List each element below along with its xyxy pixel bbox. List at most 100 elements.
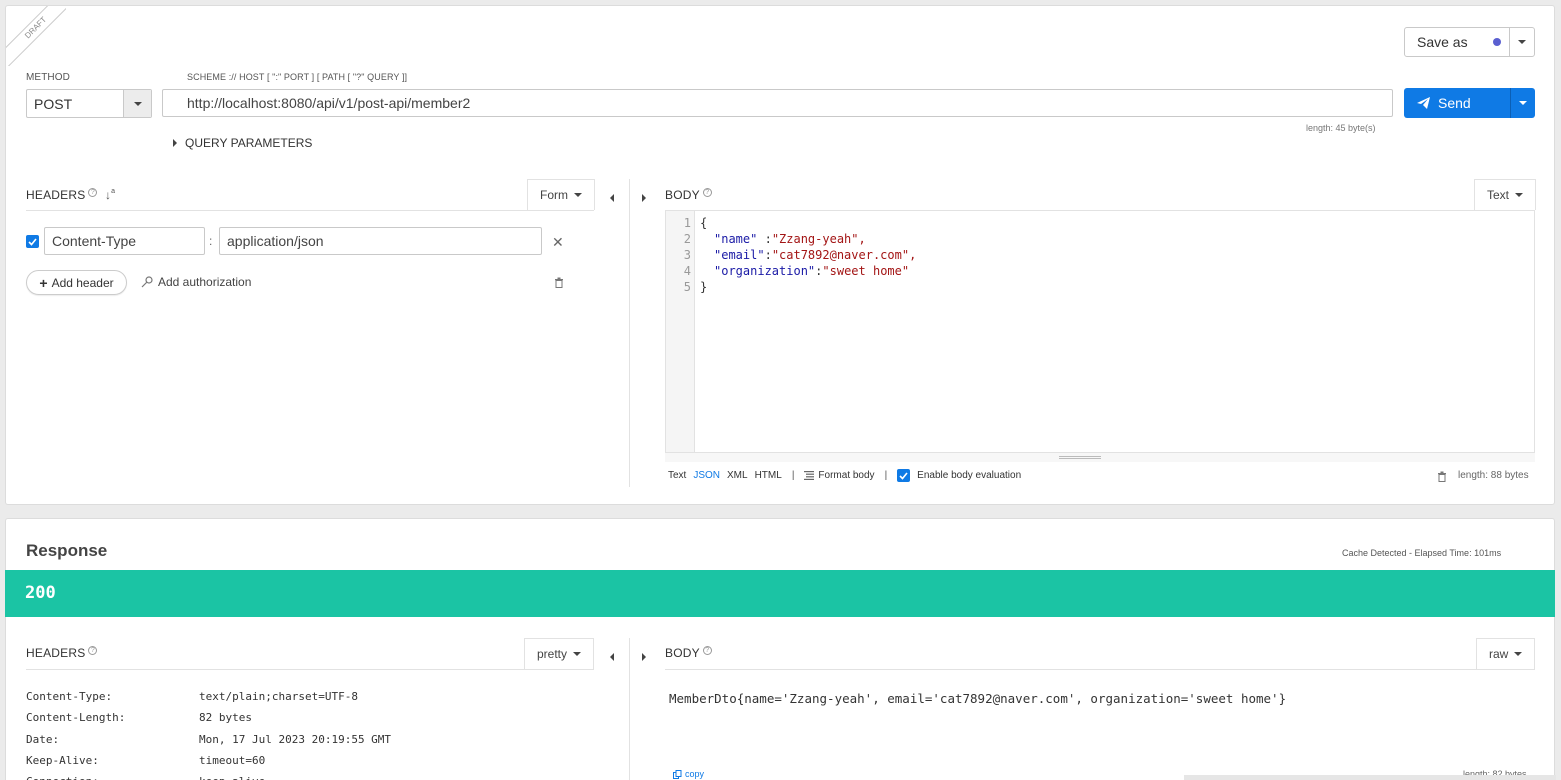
- sort-icon[interactable]: ↓a: [105, 188, 115, 202]
- plus-icon: +: [39, 274, 48, 291]
- response-meta: Cache Detected - Elapsed Time: 101ms: [1342, 548, 1502, 558]
- help-icon: ?: [88, 646, 98, 655]
- response-header-row: Content-Type: text/plain;charset=UTF-8: [26, 686, 391, 707]
- method-select[interactable]: POST: [26, 89, 152, 118]
- response-headers-format-label: pretty: [537, 647, 568, 661]
- draft-ribbon: DRAFT: [6, 6, 66, 66]
- clear-body-icon[interactable]: [1437, 470, 1447, 485]
- json-string: "sweet home": [822, 264, 910, 278]
- send-dropdown-toggle[interactable]: [1510, 88, 1535, 118]
- panel-split-divider: [629, 179, 630, 487]
- save-as-dropdown-toggle[interactable]: [1509, 27, 1535, 57]
- response-split-divider: [629, 638, 630, 780]
- caret-left-icon: [610, 653, 614, 661]
- json-key: "email": [714, 248, 765, 262]
- send-button[interactable]: Send: [1404, 88, 1510, 118]
- mode-json[interactable]: JSON: [693, 470, 720, 481]
- caret-right-icon: [642, 194, 646, 202]
- key-icon: [141, 276, 153, 288]
- editor-resize-handle[interactable]: [665, 452, 1535, 462]
- code-line: 4 "organization":"sweet home": [666, 263, 916, 279]
- body-format-label: Text: [1487, 188, 1510, 202]
- copy-icon: [673, 769, 682, 779]
- send-icon: [1417, 97, 1430, 109]
- header-name-value: Content-Type: [52, 233, 137, 249]
- save-as-button[interactable]: Save as: [1404, 27, 1510, 57]
- response-header-value: timeout=60: [199, 753, 266, 767]
- mode-text[interactable]: Text: [668, 470, 686, 481]
- method-dropdown-arrow[interactable]: [123, 90, 151, 117]
- help-icon: ?: [88, 188, 98, 197]
- code-text: "name" :"Zzang-yeah",: [691, 231, 866, 247]
- url-input[interactable]: http://localhost:8080/api/v1/post-api/me…: [162, 89, 1393, 117]
- query-parameters-toggle[interactable]: QUERY PARAMETERS: [173, 136, 312, 150]
- footer-divider: |: [884, 470, 888, 481]
- response-header-row: Content-Length: 82 bytes: [26, 707, 391, 728]
- copy-link[interactable]: copy: [673, 769, 704, 779]
- footer-divider: |: [791, 470, 795, 481]
- code-line: 1 {: [666, 215, 916, 231]
- response-scrollbar[interactable]: [1184, 775, 1556, 780]
- response-headers-divider: [26, 669, 594, 670]
- enable-evaluation-checkbox[interactable]: [897, 469, 911, 482]
- status-bar: 200: [5, 570, 1555, 617]
- json-string: "Zzang-yeah",: [771, 232, 866, 246]
- request-headers-title: HEADERS? ↓a: [26, 188, 115, 202]
- remove-header-button[interactable]: ✕: [552, 234, 564, 251]
- line-number: 3: [683, 248, 691, 262]
- collapse-headers-button[interactable]: [610, 190, 614, 205]
- json-key: "organization": [714, 264, 816, 278]
- collapse-response-headers-button[interactable]: [610, 649, 614, 664]
- chevron-down-icon: [574, 193, 582, 197]
- checkmark-icon: [28, 237, 37, 246]
- add-header-button[interactable]: + Add header: [26, 270, 127, 295]
- format-body-button[interactable]: Format body: [804, 470, 875, 481]
- code-line: 3 "email":"cat7892@naver.com",: [666, 247, 917, 263]
- body-format-dropdown[interactable]: Text: [1474, 179, 1537, 210]
- response-header-row: Keep-Alive: timeout=60: [26, 750, 391, 771]
- chevron-down-icon: [1514, 652, 1523, 656]
- help-icon: ?: [702, 188, 712, 197]
- caret-right-icon: [173, 139, 177, 147]
- add-header-label: Add header: [51, 275, 114, 290]
- body-length: length: 88 bytes: [1458, 470, 1529, 481]
- response-headers-format-dropdown[interactable]: pretty: [524, 638, 595, 669]
- response-body-format-dropdown[interactable]: raw: [1476, 638, 1536, 669]
- collapse-response-body-button[interactable]: [642, 649, 646, 664]
- response-header-value: text/plain;charset=UTF-8: [199, 690, 358, 703]
- query-parameters-label: QUERY PARAMETERS: [185, 136, 313, 150]
- code-text: "email":"cat7892@naver.com",: [691, 247, 916, 263]
- response-body-text: MemberDto{name='Zzang-yeah', email='cat7…: [669, 691, 1287, 706]
- body-footer: Text JSON XML HTML | Format body | Enabl…: [668, 469, 1021, 482]
- headers-format-dropdown[interactable]: Form: [527, 179, 595, 210]
- request-body-title-text: BODY: [665, 188, 700, 202]
- request-headers-title-text: HEADERS: [26, 188, 86, 202]
- chevron-down-icon: [133, 101, 142, 106]
- help-icon: ?: [702, 646, 712, 655]
- headers-format-label: Form: [540, 188, 568, 202]
- mode-html[interactable]: HTML: [755, 470, 782, 481]
- draft-label: DRAFT: [23, 15, 49, 41]
- json-string: "cat7892@naver.com",: [771, 248, 917, 262]
- response-header-name: Connection:: [26, 771, 199, 780]
- add-authorization-link[interactable]: Add authorization: [141, 275, 251, 289]
- collapse-body-button[interactable]: [642, 190, 646, 205]
- code-text: }: [700, 280, 708, 294]
- header-enabled-checkbox[interactable]: [26, 235, 39, 248]
- header-value-input[interactable]: application/json: [219, 227, 542, 255]
- add-authorization-label: Add authorization: [158, 275, 252, 289]
- header-value-value: application/json: [227, 233, 324, 249]
- delete-all-headers-icon[interactable]: [554, 276, 564, 291]
- save-as-label: Save as: [1417, 34, 1468, 50]
- format-body-label: Format body: [818, 470, 875, 481]
- caret-right-icon: [642, 653, 646, 661]
- body-editor[interactable]: 1 { 2 "name" :"Zzang-yeah", 3 "email":"c…: [665, 211, 1535, 462]
- chevron-down-icon: [1518, 40, 1526, 44]
- checkmark-icon: [899, 471, 908, 480]
- response-header-row: Date: Mon, 17 Jul 2023 20:19:55 GMT: [26, 729, 391, 750]
- header-name-input[interactable]: Content-Type: [44, 227, 205, 255]
- header-separator: :: [209, 234, 213, 248]
- mode-xml[interactable]: XML: [727, 470, 748, 481]
- response-header-row: Connection:keep-alive: [26, 771, 391, 780]
- url-label: SCHEME :// HOST [ ":" PORT ] [ PATH [ "?…: [187, 72, 408, 82]
